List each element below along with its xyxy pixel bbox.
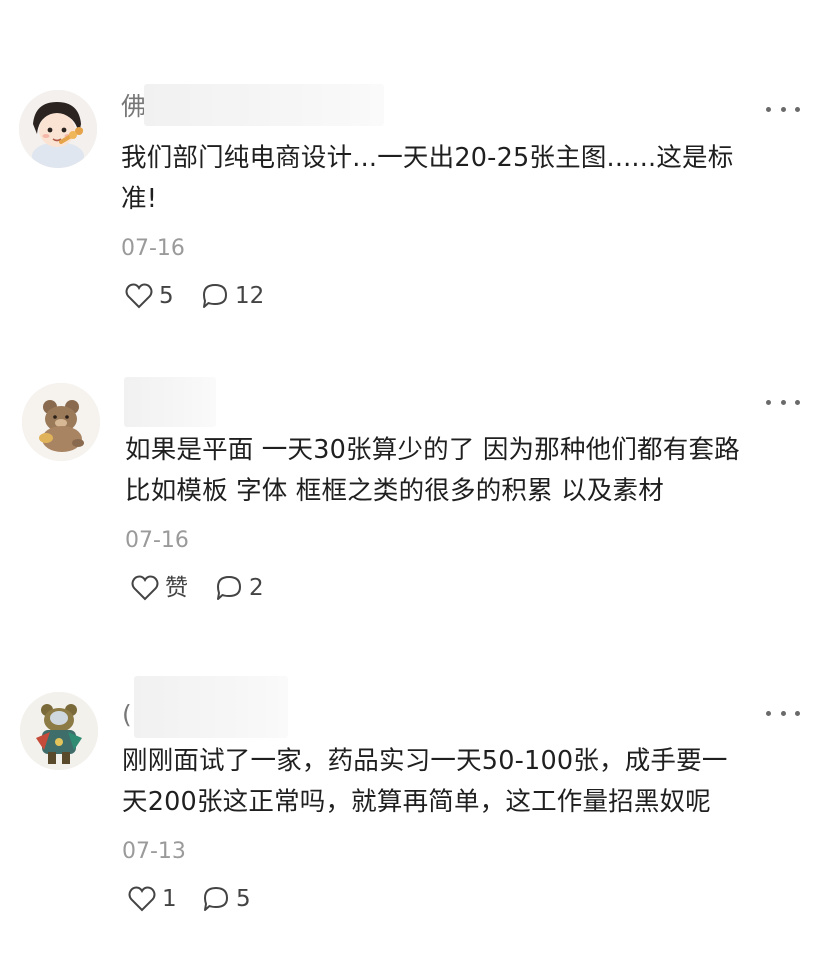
author-name[interactable]: 佛 xyxy=(121,92,146,122)
reply-count: 5 xyxy=(236,886,251,912)
ellipsis-icon-dot xyxy=(795,106,800,112)
reply-count: 2 xyxy=(249,575,264,601)
ellipsis-icon-dot xyxy=(766,399,771,405)
reply-button[interactable]: 12 xyxy=(201,281,264,311)
ellipsis-icon-dot xyxy=(780,710,786,716)
avatar[interactable] xyxy=(22,383,100,461)
like-count: 1 xyxy=(162,886,177,912)
author-name-redacted xyxy=(144,84,384,126)
author-name[interactable]: ( xyxy=(122,700,132,730)
comment-text-line: 比如模板 字体 框框之类的很多的积累 以及素材 xyxy=(125,476,664,506)
ellipsis-icon-dot xyxy=(780,106,786,112)
comment-text-line: 我们部门纯电商设计...一天出20-25张主图......这是标 xyxy=(121,143,734,173)
more-options-button[interactable] xyxy=(766,392,800,412)
author-name-redacted xyxy=(134,676,288,738)
author-name-redacted xyxy=(124,377,216,427)
ellipsis-icon-dot xyxy=(766,710,771,716)
avatar-image-figure xyxy=(20,692,98,770)
ellipsis-icon-dot xyxy=(795,399,800,405)
like-count: 赞 xyxy=(165,575,188,601)
comment-text-line: 天200张这正常吗，就算再简单，这工作量招黑奴呢 xyxy=(122,787,711,817)
speech-bubble-icon xyxy=(203,284,227,308)
speech-bubble-icon xyxy=(217,576,241,600)
heart-outline-icon xyxy=(128,886,156,912)
comment-date: 07-16 xyxy=(125,528,189,553)
comment-date: 07-13 xyxy=(122,839,186,864)
avatar-image-girl xyxy=(19,90,97,168)
reply-count: 12 xyxy=(235,283,265,309)
heart-outline-icon xyxy=(125,283,153,309)
reply-button[interactable]: 5 xyxy=(202,884,251,914)
comment-text-line: 准! xyxy=(121,184,158,214)
comment-list-page: { "comments": [ { "name_visible": "佛", "… xyxy=(0,0,819,975)
like-count: 5 xyxy=(159,283,174,309)
heart-outline-icon xyxy=(131,575,159,601)
comment-text-line: 如果是平面 一天30张算少的了 因为那种他们都有套路 xyxy=(125,435,740,465)
like-button[interactable]: 赞 xyxy=(131,573,188,603)
avatar[interactable] xyxy=(19,90,97,168)
ellipsis-icon-dot xyxy=(780,399,786,405)
like-button[interactable]: 5 xyxy=(125,281,174,311)
comment-text-line: 刚刚面试了一家，药品实习一天50-100张，成手要一 xyxy=(122,746,728,776)
speech-bubble-icon xyxy=(204,887,228,911)
ellipsis-icon-dot xyxy=(795,710,800,716)
avatar-image-bear xyxy=(22,383,100,461)
ellipsis-icon-dot xyxy=(766,106,771,112)
more-options-button[interactable] xyxy=(766,703,800,723)
comment-date: 07-16 xyxy=(121,236,185,261)
reply-button[interactable]: 2 xyxy=(215,573,264,603)
avatar[interactable] xyxy=(20,692,98,770)
more-options-button[interactable] xyxy=(766,99,800,119)
like-button[interactable]: 1 xyxy=(128,884,177,914)
